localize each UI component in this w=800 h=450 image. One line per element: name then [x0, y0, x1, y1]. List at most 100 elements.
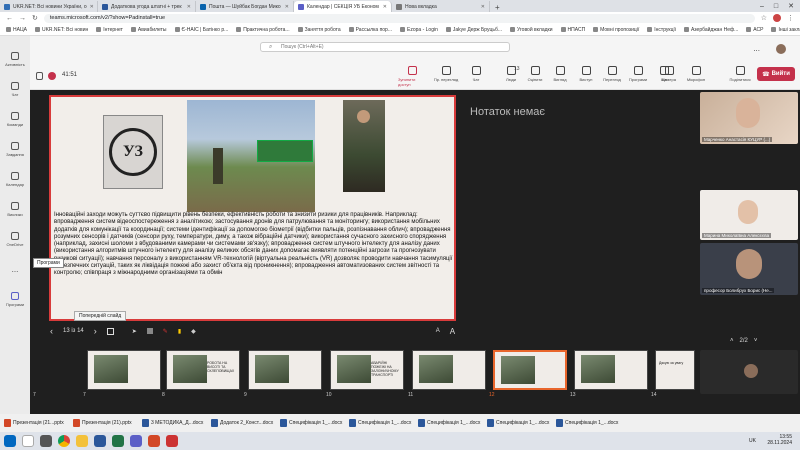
download-item[interactable]: Специфікація 1_...docx — [280, 419, 346, 427]
bookmark-item[interactable]: Мовні пропозиції — [593, 27, 639, 33]
search-icon[interactable] — [22, 435, 34, 447]
close-icon[interactable]: ✕ — [788, 2, 794, 10]
bookmark-item[interactable]: АСР — [746, 27, 763, 33]
excel-icon[interactable] — [112, 435, 124, 447]
tool-share[interactable]: Поділитися — [726, 66, 754, 82]
bookmark-item[interactable]: Jakye Держ Бруцьб... — [445, 27, 502, 33]
leave-button[interactable]: ☎ Вийти — [757, 67, 795, 81]
slide-thumbnail[interactable] — [412, 350, 486, 390]
tool-present[interactable]: Виступ — [572, 66, 600, 82]
download-item[interactable]: Презентація (21...pptx — [4, 419, 70, 427]
chrome-icon[interactable] — [58, 435, 70, 447]
windows-start-icon[interactable] — [4, 435, 16, 447]
participant-tile[interactable]: професор Болибрух Борис (Не... — [700, 243, 798, 295]
next-slide-button[interactable]: › — [94, 326, 97, 336]
slide-thumbnail[interactable]: РОБОТА НА ВИСОТІ ТА СКЛЕПОВИЩАХ — [166, 350, 240, 390]
close-icon[interactable]: ✕ — [187, 4, 191, 10]
participant-tile[interactable]: Марина Миколаївна Алексєєва — [700, 190, 798, 240]
tool-review[interactable]: Перегляд — [598, 66, 626, 82]
bookmark-item[interactable]: Інструкції — [647, 27, 676, 33]
download-item[interactable]: Специфікація 1_...docx — [487, 419, 553, 427]
slide-thumbnail[interactable] — [574, 350, 648, 390]
bookmark-item[interactable]: Уговой вкладки — [510, 27, 553, 33]
participant-tile[interactable]: Марченко Анастасія КУЦУР (...) — [700, 92, 798, 144]
eraser-icon[interactable] — [146, 328, 153, 334]
bookmark-item[interactable]: Азербайджан Неф... — [683, 27, 738, 33]
user-avatar[interactable] — [776, 44, 786, 54]
powerpoint-icon[interactable] — [148, 435, 160, 447]
bookmark-item[interactable]: НПАСП — [560, 27, 585, 33]
rail-item-calls[interactable]: Виклики — [0, 194, 30, 224]
profile-icon[interactable] — [773, 14, 781, 22]
search-input[interactable]: ⌕ Пошук (Ctrl+Alt+E) — [260, 42, 510, 52]
download-item[interactable]: Специфікація 1_...docx — [349, 419, 415, 427]
font-larger-button[interactable]: A — [450, 327, 455, 336]
bookmark-item[interactable]: Інші закладки — [771, 27, 800, 33]
font-smaller-button[interactable]: A — [436, 328, 440, 334]
chevron-up-icon[interactable]: ˄ — [730, 338, 734, 344]
tool-apps[interactable]: Програми — [624, 66, 652, 82]
tool-camera[interactable]: Камера — [655, 66, 683, 82]
bookmark-item[interactable]: Ezopa - Login — [400, 27, 438, 33]
teams-icon[interactable] — [130, 435, 142, 447]
rail-item-activity[interactable]: Активність — [0, 44, 30, 74]
slide-thumbnail[interactable] — [493, 350, 567, 390]
bookmark-item[interactable]: Авиабилеты — [130, 27, 167, 33]
bookmark-item[interactable]: UKR.NET: Всі новин — [34, 27, 88, 33]
rail-item-chat[interactable]: Чат — [0, 74, 30, 104]
browser-tab[interactable]: UKR.NET: Всі новини України, о ✕ — [0, 1, 98, 12]
slide-thumbnail[interactable] — [248, 350, 322, 390]
bookmark-item[interactable]: НАЦА — [6, 27, 27, 33]
chevron-down-icon[interactable]: ˅ — [754, 338, 758, 344]
bookmark-item[interactable]: Інтернет — [96, 27, 123, 33]
participant-tile[interactable] — [700, 350, 798, 394]
task-view-icon[interactable] — [40, 435, 52, 447]
forward-icon[interactable]: → — [19, 15, 26, 22]
system-clock[interactable]: 13:55 28.11.2024 — [767, 434, 792, 446]
browser-tab[interactable]: Додаткова угода штатні + трек ✕ — [98, 1, 196, 12]
pointer-icon[interactable]: ➤ — [132, 328, 137, 335]
bookmark-item[interactable]: Заняття робота — [297, 27, 341, 33]
app-icon[interactable] — [166, 435, 178, 447]
tool-view[interactable]: Вигляд — [546, 66, 574, 82]
bookmark-item[interactable]: Є-НАІС | Батінко р... — [174, 27, 228, 33]
download-item[interactable]: Додаток 2_Конст...docx — [211, 419, 277, 427]
close-icon[interactable]: ✕ — [383, 4, 387, 10]
grid-view-icon[interactable] — [106, 327, 114, 335]
maximize-icon[interactable]: □ — [774, 3, 778, 10]
slide-thumbnail[interactable] — [87, 350, 161, 390]
rail-item-onedrive[interactable]: OneDrive — [0, 224, 30, 254]
tool-chat[interactable]: Чат — [462, 66, 490, 82]
explorer-icon[interactable] — [76, 435, 88, 447]
rail-item-teams[interactable]: Команди — [0, 104, 30, 134]
star-icon[interactable]: ☆ — [761, 14, 767, 22]
participants-pager[interactable]: ˄ 2/2 ˅ — [730, 338, 757, 344]
menu-icon[interactable]: ⋮ — [787, 14, 794, 22]
tool-stop-sharing[interactable]: Зупинити доступ — [398, 66, 426, 87]
rail-item-apps[interactable]: Програми — [0, 284, 30, 314]
browser-tab-active[interactable]: Календар | СЕКЦІЯ УБ Економ ✕ — [294, 1, 392, 12]
tool-rate[interactable]: Оцінити — [521, 66, 549, 82]
bookmark-item[interactable]: Практична робота... — [236, 27, 290, 33]
prev-slide-button[interactable]: ‹ — [50, 326, 53, 336]
download-item[interactable]: Специфікація 1_...docx — [418, 419, 484, 427]
word-icon[interactable] — [94, 435, 106, 447]
close-icon[interactable]: ✕ — [285, 4, 289, 10]
tool-microphone[interactable]: Мікрофон — [682, 66, 710, 82]
rail-item-calendar[interactable]: Календар — [0, 164, 30, 194]
new-tab-button[interactable]: + — [490, 3, 505, 12]
laser-icon[interactable]: ◆ — [191, 328, 196, 335]
browser-tab[interactable]: Нова вкладка ✕ — [392, 1, 490, 12]
close-icon[interactable]: ✕ — [90, 4, 94, 10]
close-icon[interactable]: ✕ — [481, 4, 485, 10]
bookmark-item[interactable]: Рассылка пор... — [348, 27, 392, 33]
download-item[interactable]: Презентація (21).pptx — [73, 419, 139, 427]
download-item[interactable]: 3 МЕТОДИКА_Д...docx — [142, 419, 208, 427]
minimize-icon[interactable]: – — [760, 3, 764, 10]
download-item[interactable]: Специфікація 1_...docx — [556, 419, 622, 427]
language-indicator[interactable]: UK — [749, 438, 756, 444]
pen-icon[interactable]: ✎ — [163, 328, 168, 335]
reload-icon[interactable]: ↻ — [32, 14, 38, 22]
address-bar[interactable]: teams.microsoft.com/v2/?show=Padinstall=… — [43, 13, 755, 23]
highlighter-icon[interactable]: ▮ — [178, 328, 181, 335]
